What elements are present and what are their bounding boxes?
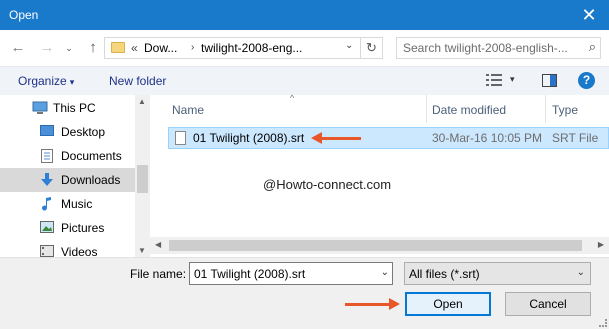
file-name-dropdown-icon[interactable]: ⌄ <box>381 267 389 278</box>
column-header-date-modified[interactable]: Date modified <box>427 95 545 123</box>
file-name-input[interactable] <box>190 263 374 284</box>
file-name: 01 Twilight (2008).srt <box>193 131 305 145</box>
sidebar-item-pictures[interactable]: Pictures <box>0 216 135 240</box>
sidebar-item-label: Pictures <box>61 221 105 235</box>
file-list-horizontal-scrollbar[interactable]: ◀ ▶ <box>150 237 609 254</box>
file-icon <box>175 131 186 145</box>
column-header-name[interactable]: Name <box>150 95 427 123</box>
back-arrow-icon[interactable]: ← <box>8 38 28 58</box>
view-options-icon[interactable] <box>486 73 502 87</box>
scroll-up-icon[interactable]: ▲ <box>138 97 146 106</box>
forward-arrow-icon[interactable]: → <box>37 38 57 58</box>
column-header-type[interactable]: Type <box>546 95 609 123</box>
dialog-footer: File name: ⌄ All files (*.srt) ⌄ Open Ca… <box>0 257 609 329</box>
file-type-filter[interactable]: All files (*.srt) ⌄ <box>404 262 591 285</box>
annotation-arrow-file <box>311 132 361 144</box>
title-bar: Open ✕ <box>0 0 609 30</box>
file-list: ^ Name Date modified Type 01 Twilight (2… <box>150 93 609 257</box>
close-icon[interactable]: ✕ <box>569 0 609 30</box>
organize-label: Organize <box>18 74 67 88</box>
sidebar-item-label: Desktop <box>61 125 106 139</box>
search-icon[interactable]: ⌕ <box>589 39 596 55</box>
command-toolbar: Organize ▾ New folder ▾ ? <box>0 66 609 95</box>
annotation-arrow-open <box>345 298 400 310</box>
resize-grip-icon[interactable] <box>599 319 607 327</box>
address-bar[interactable]: « Dow... › twilight-2008-eng... ⌄ ↻ <box>104 37 383 59</box>
file-row[interactable]: 01 Twilight (2008).srt 30-Mar-16 10:05 P… <box>168 127 609 149</box>
file-name-label: File name: <box>130 267 187 281</box>
search-box[interactable]: Search twilight-2008-english-... ⌕ <box>396 37 601 59</box>
scroll-left-icon[interactable]: ◀ <box>155 240 161 249</box>
navigation-scrollbar[interactable]: ▲ ▼ <box>135 95 150 257</box>
videos-icon <box>40 245 54 257</box>
scroll-down-icon[interactable]: ▼ <box>138 246 146 255</box>
desktop-icon <box>40 125 54 138</box>
sidebar-item-label: Downloads <box>61 173 121 187</box>
sidebar-item-downloads[interactable]: Downloads <box>0 168 135 192</box>
search-placeholder: Search twilight-2008-english-... <box>403 41 568 55</box>
column-header-label: Name <box>172 103 205 117</box>
sidebar-item-music[interactable]: Music <box>0 192 135 216</box>
view-dropdown-icon[interactable]: ▾ <box>510 74 515 85</box>
help-icon[interactable]: ? <box>578 72 595 89</box>
filter-dropdown-icon[interactable]: ⌄ <box>577 267 585 278</box>
sidebar-item-this-pc[interactable]: This PC <box>0 96 135 120</box>
file-date-modified: 30-Mar-16 10:05 PM <box>432 131 543 145</box>
scrollbar-thumb[interactable] <box>137 165 148 193</box>
folder-icon <box>111 42 125 53</box>
breadcrumb-twilight-folder[interactable]: twilight-2008-eng... <box>201 41 302 55</box>
music-icon <box>41 197 55 211</box>
new-folder-button[interactable]: New folder <box>109 74 166 88</box>
pictures-icon <box>40 221 54 234</box>
breadcrumb-separator-icon[interactable]: › <box>191 42 194 53</box>
address-dropdown-icon[interactable]: ⌄ <box>345 40 353 51</box>
watermark-text: @Howto-connect.com <box>263 177 392 192</box>
organize-dropdown-icon: ▾ <box>69 77 75 87</box>
sidebar-item-label: Documents <box>61 149 122 163</box>
sidebar-item-label: This PC <box>53 101 96 115</box>
sidebar-item-documents[interactable]: Documents <box>0 144 135 168</box>
refresh-icon[interactable]: ↻ <box>360 38 382 58</box>
recent-locations-chevron-icon[interactable]: ⌄ <box>62 38 76 58</box>
navigation-bar: ← → ⌄ ↑ « Dow... › twilight-2008-eng... … <box>0 30 609 66</box>
breadcrumb-downloads[interactable]: Dow... <box>144 41 177 55</box>
column-header-label: Type <box>552 103 579 117</box>
preview-pane-icon[interactable] <box>542 74 557 87</box>
navigation-pane: This PC Desktop Documents Downloads Musi… <box>0 95 150 257</box>
column-header-label: Date modified <box>432 103 507 117</box>
pc-icon <box>32 101 48 114</box>
sidebar-item-label: Videos <box>61 245 98 257</box>
scrollbar-thumb[interactable] <box>169 240 582 251</box>
scroll-right-icon[interactable]: ▶ <box>598 240 604 249</box>
file-type: SRT File <box>552 131 599 145</box>
cancel-button[interactable]: Cancel <box>505 292 591 316</box>
address-overflow-chevron[interactable]: « <box>131 41 138 55</box>
file-type-filter-value: All files (*.srt) <box>409 267 480 281</box>
up-arrow-icon[interactable]: ↑ <box>83 38 103 58</box>
organize-button[interactable]: Organize ▾ <box>18 74 74 88</box>
documents-icon <box>41 149 55 163</box>
window-title: Open <box>9 8 39 22</box>
sidebar-item-videos[interactable]: Videos <box>0 240 135 257</box>
sidebar-item-desktop[interactable]: Desktop <box>0 120 135 144</box>
downloads-icon <box>40 173 54 186</box>
open-button[interactable]: Open <box>405 292 491 316</box>
sidebar-item-label: Music <box>61 197 93 211</box>
file-name-combobox[interactable]: ⌄ <box>189 262 393 285</box>
